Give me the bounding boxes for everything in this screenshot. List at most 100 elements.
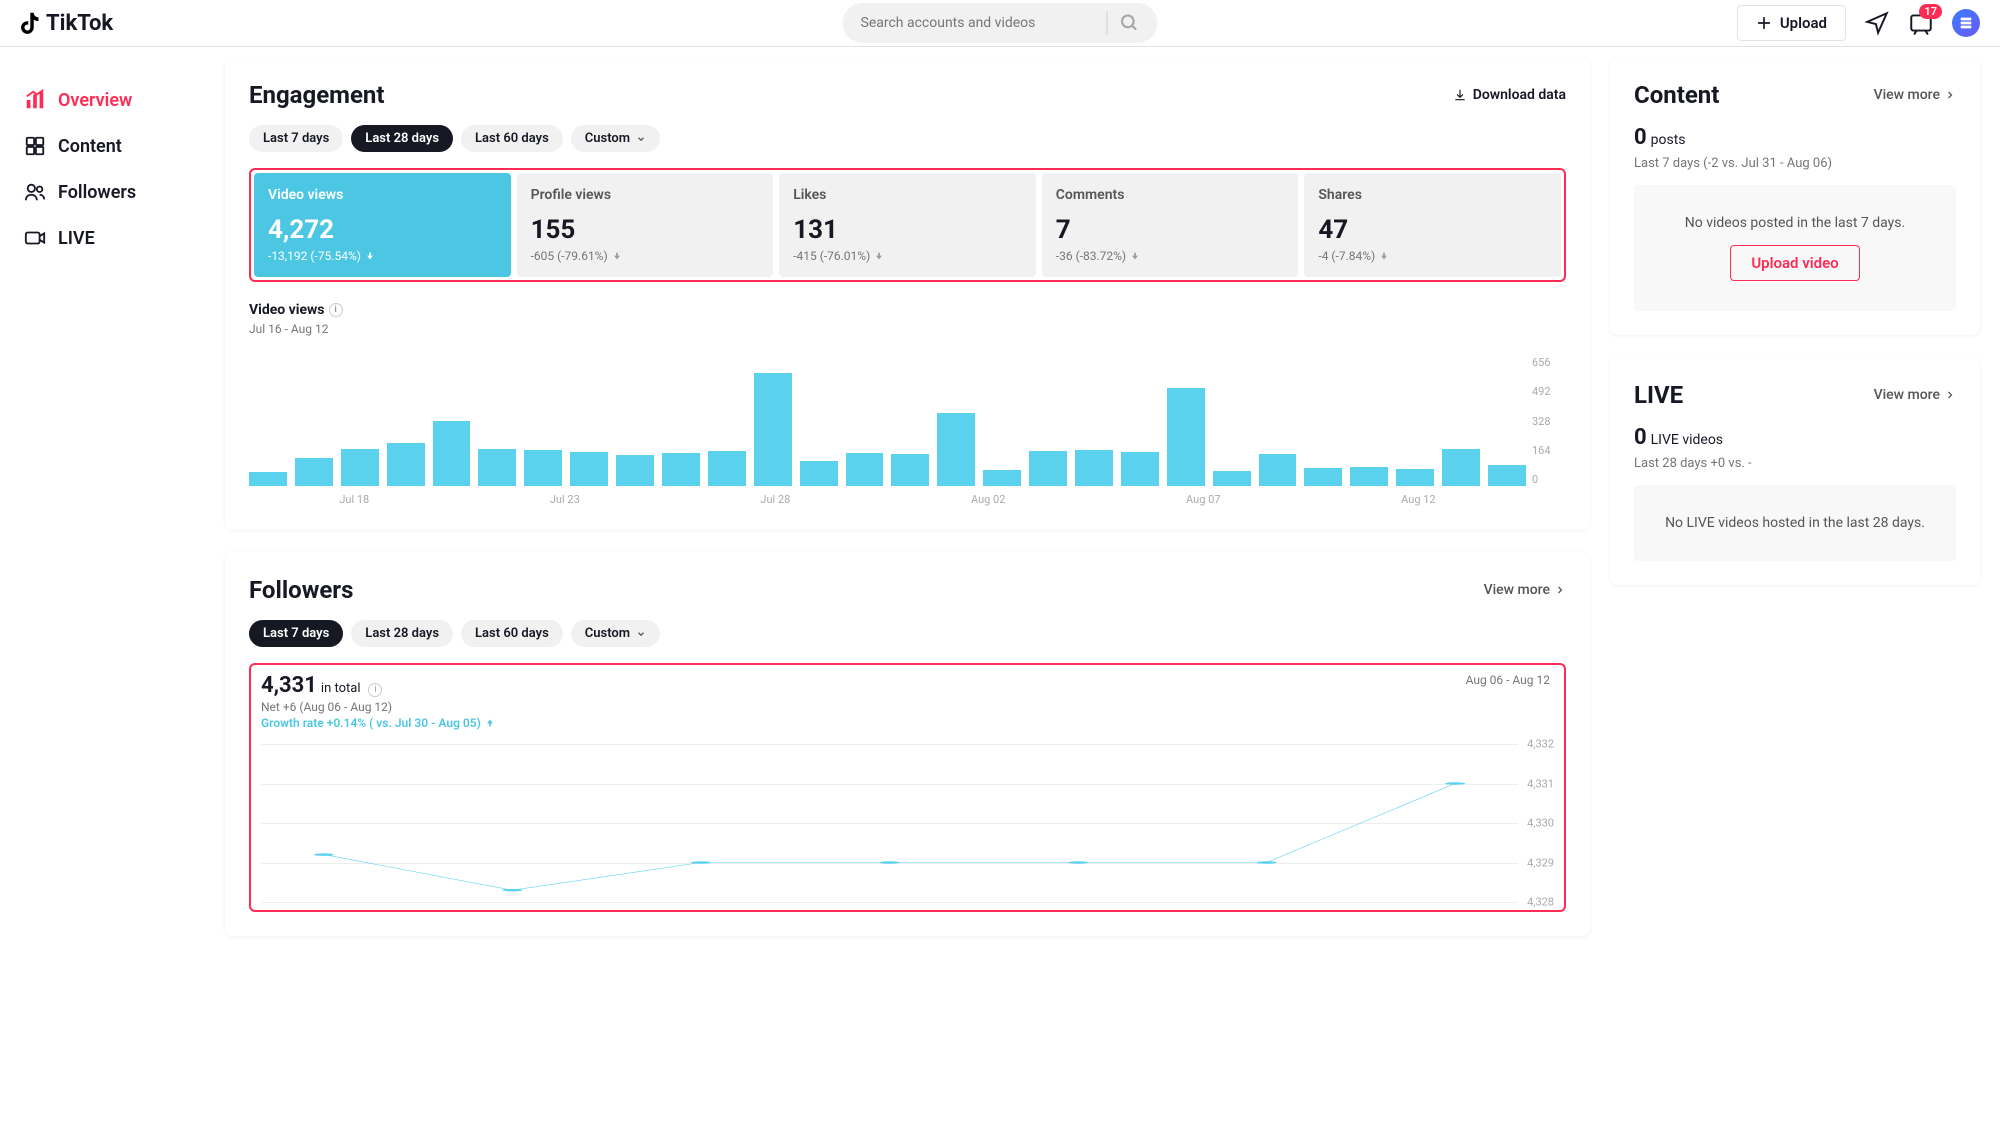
chevron-right-icon [1554,584,1566,596]
info-icon[interactable]: i [329,303,343,317]
live-view-more[interactable]: View more [1874,387,1956,403]
followers-header: Followers View more [249,576,1566,604]
plus-icon [1756,15,1772,31]
bar [937,413,975,486]
tiktok-logo[interactable]: TikTok [20,11,113,36]
sidebar-item-overview[interactable]: Overview [14,77,205,123]
sidebar-item-followers[interactable]: Followers [14,169,205,215]
bar [1488,465,1526,486]
live-sub: Last 28 days +0 vs. - [1634,456,1956,471]
header-right: Upload 17 [1737,5,1980,41]
bar [341,449,379,486]
metric-likes[interactable]: Likes 131 -415 (-76.01%) [779,173,1036,277]
line-chart: 4,3324,3314,3304,3294,328 [261,744,1554,902]
follower-total-row: 4,331 in total i [261,673,1554,698]
bar [708,451,746,486]
bar [570,452,608,486]
pill-60days[interactable]: Last 60 days [461,125,563,152]
bar [478,449,516,486]
messages-icon[interactable] [1864,10,1890,36]
pill-custom[interactable]: Custom [571,125,660,152]
chevron-down-icon [636,629,646,639]
content-view-more[interactable]: View more [1874,87,1956,103]
sidebar-item-label: Content [58,136,122,157]
follower-date-range: Aug 06 - Aug 12 [1466,673,1550,687]
bar [662,453,700,486]
pill-28days[interactable]: Last 28 days [351,125,453,152]
chevron-down-icon [636,134,646,144]
pill-7days[interactable]: Last 7 days [249,125,343,152]
pill-f-7days[interactable]: Last 7 days [249,620,343,647]
right-column: Content View more 0posts Last 7 days (-2… [1610,57,1980,958]
bar [433,421,471,486]
upload-video-button[interactable]: Upload video [1730,245,1859,281]
download-icon [1453,88,1467,102]
engagement-title: Engagement [249,81,385,109]
live-title: LIVE [1634,381,1683,409]
bar [754,373,792,486]
search-bar[interactable] [843,3,1158,43]
inbox-icon[interactable]: 17 [1908,10,1934,36]
bar [1259,454,1297,486]
pill-f-28days[interactable]: Last 28 days [351,620,453,647]
top-header: TikTok Upload 17 [0,0,2000,47]
content-title: Content [1634,81,1719,109]
metric-profile-views[interactable]: Profile views 155 -605 (-79.61%) [517,173,774,277]
info-icon[interactable]: i [368,683,382,697]
bar [800,461,838,486]
followers-icon [24,181,46,203]
pill-f-60days[interactable]: Last 60 days [461,620,563,647]
notification-badge: 17 [1919,4,1942,19]
live-count-label: LIVE videos [1651,432,1723,448]
follower-total-label: in total [321,681,361,696]
follower-total: 4,331 [261,673,317,698]
chart-title: Video views i [249,302,1566,318]
left-column: Engagement Download data Last 7 days Las… [225,57,1590,958]
followers-summary-box: 4,331in total i Net +6 (Aug 06 - Aug 12)… [249,663,1566,912]
overview-icon [24,89,46,111]
live-count-row: 0LIVE videos [1634,425,1956,450]
metric-comments[interactable]: Comments 7 -36 (-83.72%) [1042,173,1299,277]
sidebar: Overview Content Followers LIVE [0,47,205,968]
engagement-pills: Last 7 days Last 28 days Last 60 days Cu… [249,125,1566,152]
content-count: 0 [1634,125,1647,150]
live-header: LIVE View more [1634,381,1956,409]
engagement-header: Engagement Download data [249,81,1566,109]
download-data-link[interactable]: Download data [1453,87,1566,103]
search-input[interactable] [861,15,1095,31]
avatar[interactable] [1952,9,1980,37]
bar [524,450,562,486]
line-y-labels: 4,3324,3314,3304,3294,328 [1522,744,1554,902]
follower-growth: Growth rate +0.14% ( vs. Jul 30 - Aug 05… [261,716,1554,730]
metric-shares[interactable]: Shares 47 -4 (-7.84%) [1304,173,1561,277]
bar [1167,388,1205,486]
bar-y-labels: 6564923281640 [1532,356,1566,486]
bar [1396,469,1434,486]
avatar-icon [1958,15,1974,31]
sidebar-item-live[interactable]: LIVE [14,215,205,261]
arrow-down-icon [874,251,884,261]
bar [1304,468,1342,486]
metrics-row: Video views 4,272 -13,192 (-75.54%) Prof… [249,168,1566,282]
upload-button[interactable]: Upload [1737,5,1846,41]
search-icon[interactable] [1120,13,1140,33]
bar [1350,467,1388,486]
bar [1029,451,1067,486]
upload-label: Upload [1780,14,1827,32]
arrow-down-icon [1379,251,1389,261]
bar [295,458,333,486]
bar [1442,449,1480,486]
chevron-right-icon [1944,89,1956,101]
sidebar-item-content[interactable]: Content [14,123,205,169]
metric-video-views[interactable]: Video views 4,272 -13,192 (-75.54%) [254,173,511,277]
followers-view-more[interactable]: View more [1484,582,1566,598]
chart-subtitle: Jul 16 - Aug 12 [249,322,1566,336]
bar [1213,471,1251,486]
content-sub: Last 7 days (-2 vs. Jul 31 - Aug 06) [1634,156,1956,171]
pill-f-custom[interactable]: Custom [571,620,660,647]
content-empty: No videos posted in the last 7 days. Upl… [1634,185,1956,311]
bar [846,453,884,486]
live-empty: No LIVE videos hosted in the last 28 day… [1634,485,1956,561]
bar [1075,450,1113,486]
followers-pills: Last 7 days Last 28 days Last 60 days Cu… [249,620,1566,647]
